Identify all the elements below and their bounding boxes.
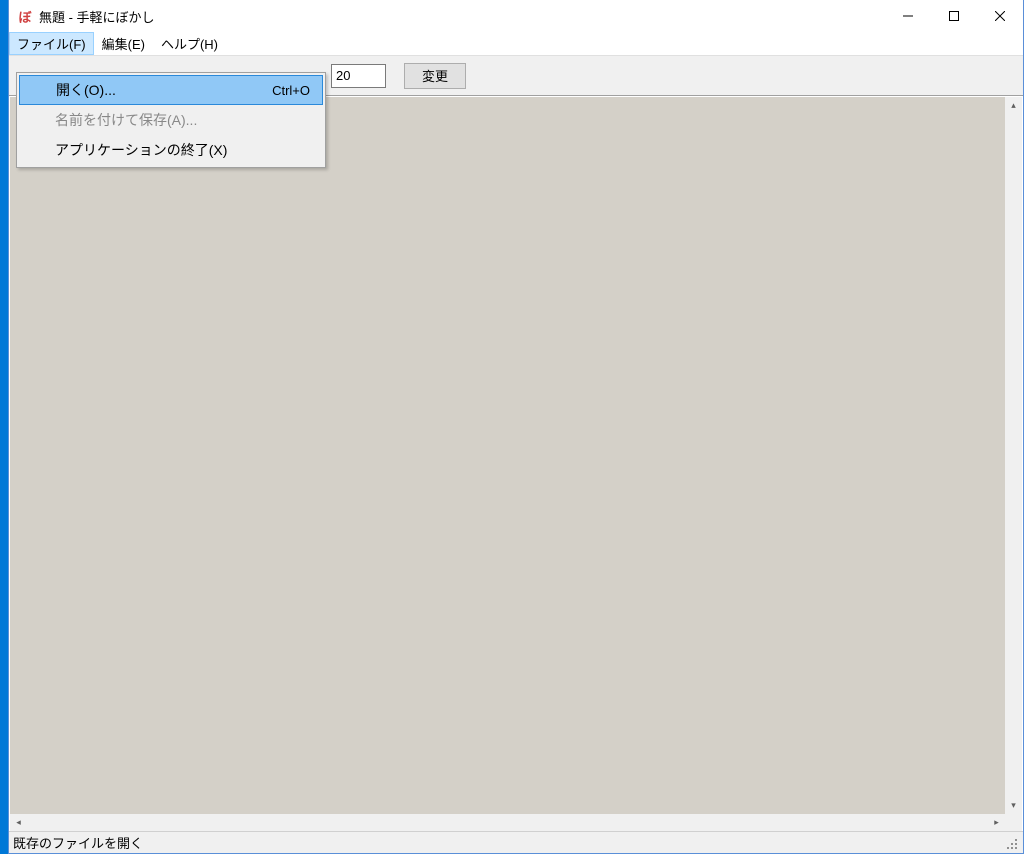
minimize-button[interactable] [885, 0, 931, 32]
file-menu-dropdown: 開く(O)... Ctrl+O 名前を付けて保存(A)... アプリケーションの… [16, 72, 326, 168]
menu-edit[interactable]: 編集(E) [94, 32, 153, 55]
scroll-corner [1005, 814, 1022, 831]
window-controls [885, 0, 1023, 32]
close-button[interactable] [977, 0, 1023, 32]
resize-grip-icon[interactable] [1003, 835, 1019, 851]
app-icon: ぼ [17, 8, 33, 24]
menu-item-save-as: 名前を付けて保存(A)... [19, 105, 323, 135]
size-input[interactable] [331, 64, 386, 88]
window-title: 無題 - 手軽にぼかし [39, 7, 885, 26]
maximize-button[interactable] [931, 0, 977, 32]
canvas-area: ▴ ▾ ◂ ▸ [9, 96, 1023, 831]
statusbar: 既存のファイルを開く [9, 831, 1023, 853]
scroll-left-icon[interactable]: ◂ [10, 814, 27, 831]
menu-item-open[interactable]: 開く(O)... Ctrl+O [19, 75, 323, 105]
menu-item-open-shortcut: Ctrl+O [272, 83, 310, 98]
menu-item-exit[interactable]: アプリケーションの終了(X) [19, 135, 323, 165]
scroll-track-h[interactable] [27, 814, 988, 831]
scroll-right-icon[interactable]: ▸ [988, 814, 1005, 831]
scroll-up-icon[interactable]: ▴ [1005, 97, 1022, 114]
scroll-track-v[interactable] [1005, 114, 1022, 797]
menubar: ファイル(F) 編集(E) ヘルプ(H) [9, 32, 1023, 56]
menu-help[interactable]: ヘルプ(H) [153, 32, 226, 55]
change-button[interactable]: 変更 [404, 63, 466, 89]
vertical-scrollbar[interactable]: ▴ ▾ [1005, 97, 1022, 814]
menu-item-save-as-label: 名前を付けて保存(A)... [55, 110, 197, 130]
menu-file[interactable]: ファイル(F) [9, 32, 94, 55]
menu-item-exit-label: アプリケーションの終了(X) [55, 140, 227, 160]
horizontal-scrollbar[interactable]: ◂ ▸ [10, 814, 1005, 831]
status-text: 既存のファイルを開く [13, 833, 143, 852]
menu-item-open-label: 開く(O)... [56, 80, 116, 100]
titlebar[interactable]: ぼ 無題 - 手軽にぼかし [9, 0, 1023, 32]
scroll-down-icon[interactable]: ▾ [1005, 797, 1022, 814]
